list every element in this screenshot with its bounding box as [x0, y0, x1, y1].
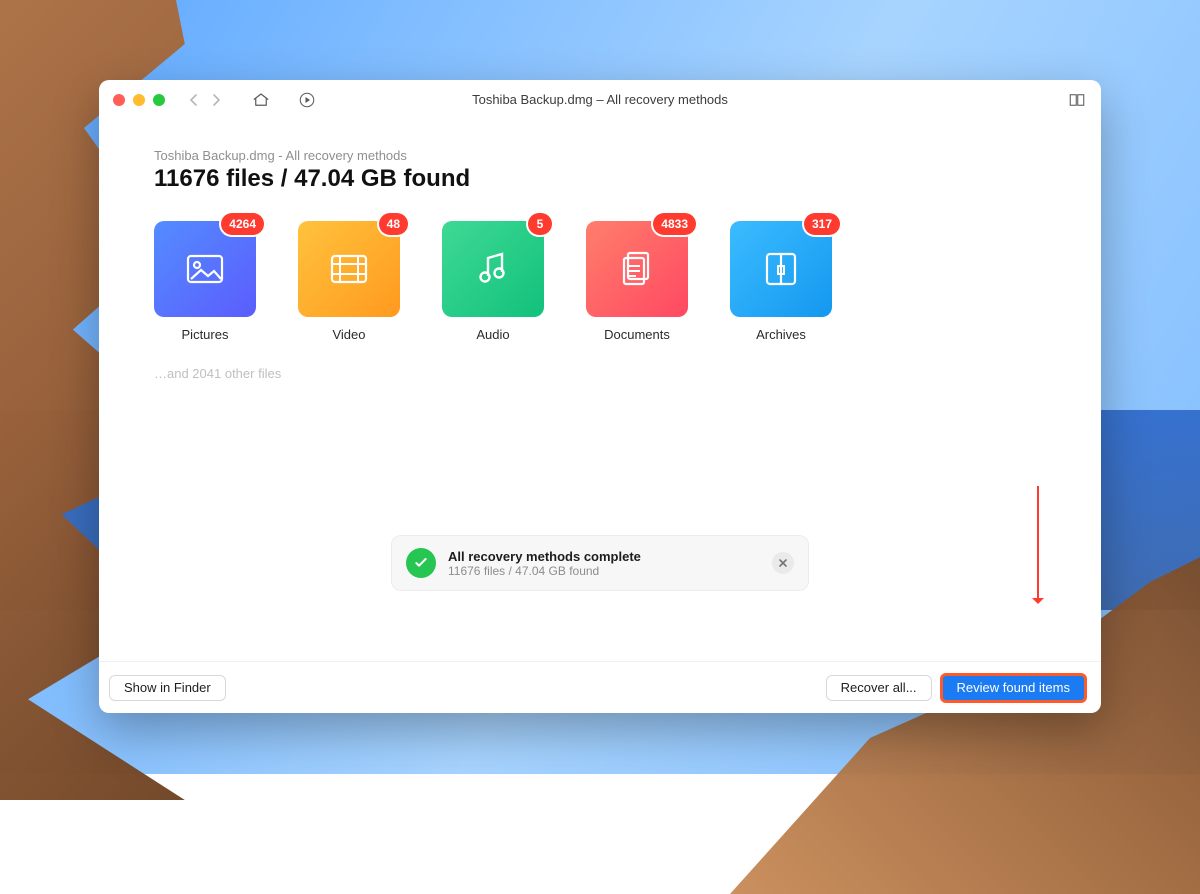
view-columns-button[interactable]: [1067, 90, 1087, 110]
status-subtitle: 11676 files / 47.04 GB found: [448, 564, 641, 578]
category-badge: 5: [528, 213, 552, 235]
breadcrumb: Toshiba Backup.dmg - All recovery method…: [154, 148, 1061, 163]
close-icon: [778, 558, 788, 568]
minimize-window-button[interactable]: [133, 94, 145, 106]
category-pictures[interactable]: 4264 Pictures: [154, 221, 256, 342]
audio-icon: [470, 246, 516, 292]
category-label: Documents: [604, 327, 670, 342]
annotation-arrow: [1037, 486, 1039, 598]
fullscreen-window-button[interactable]: [153, 94, 165, 106]
back-button[interactable]: [185, 91, 203, 109]
category-tile-pictures[interactable]: 4264: [154, 221, 256, 317]
archives-icon: [758, 246, 804, 292]
window-controls: [113, 94, 165, 106]
video-icon: [326, 246, 372, 292]
category-badge: 4264: [221, 213, 264, 235]
titlebar: Toshiba Backup.dmg – All recovery method…: [99, 80, 1101, 120]
window-title: Toshiba Backup.dmg – All recovery method…: [99, 92, 1101, 107]
recover-all-button[interactable]: Recover all...: [826, 675, 932, 701]
category-archives[interactable]: 317 Archives: [730, 221, 832, 342]
chevron-right-icon: [210, 94, 222, 106]
category-tile-audio[interactable]: 5: [442, 221, 544, 317]
category-badge: 317: [804, 213, 840, 235]
success-check-icon: [406, 548, 436, 578]
chevron-left-icon: [188, 94, 200, 106]
nav-buttons: [185, 91, 225, 109]
dismiss-status-button[interactable]: [772, 552, 794, 574]
pictures-icon: [182, 246, 228, 292]
scan-icon: [298, 91, 316, 109]
category-badge: 48: [379, 213, 408, 235]
category-label: Video: [332, 327, 365, 342]
documents-icon: [614, 246, 660, 292]
home-button[interactable]: [251, 90, 271, 110]
status-text: All recovery methods complete 11676 file…: [448, 549, 641, 578]
category-badge: 4833: [653, 213, 696, 235]
category-label: Archives: [756, 327, 806, 342]
status-card: All recovery methods complete 11676 file…: [391, 535, 809, 591]
category-video[interactable]: 48 Video: [298, 221, 400, 342]
app-window: Toshiba Backup.dmg – All recovery method…: [99, 80, 1101, 713]
home-icon: [252, 91, 270, 109]
review-found-items-button[interactable]: Review found items: [942, 675, 1085, 701]
category-documents[interactable]: 4833 Documents: [586, 221, 688, 342]
category-label: Pictures: [182, 327, 229, 342]
other-files-note: …and 2041 other files: [154, 366, 1061, 381]
content-area: Toshiba Backup.dmg - All recovery method…: [99, 120, 1101, 661]
close-window-button[interactable]: [113, 94, 125, 106]
category-audio[interactable]: 5 Audio: [442, 221, 544, 342]
columns-icon: [1068, 91, 1086, 109]
footer: Show in Finder Recover all... Review fou…: [99, 661, 1101, 713]
category-tile-archives[interactable]: 317: [730, 221, 832, 317]
category-tile-video[interactable]: 48: [298, 221, 400, 317]
scan-activity-button[interactable]: [297, 90, 317, 110]
status-title: All recovery methods complete: [448, 549, 641, 564]
category-label: Audio: [476, 327, 509, 342]
results-headline: 11676 files / 47.04 GB found: [154, 165, 1061, 193]
forward-button[interactable]: [207, 91, 225, 109]
category-tile-documents[interactable]: 4833: [586, 221, 688, 317]
show-in-finder-button[interactable]: Show in Finder: [109, 675, 226, 701]
category-grid: 4264 Pictures 48 Video 5 Audio 4833 Documents 31…: [154, 221, 1061, 342]
